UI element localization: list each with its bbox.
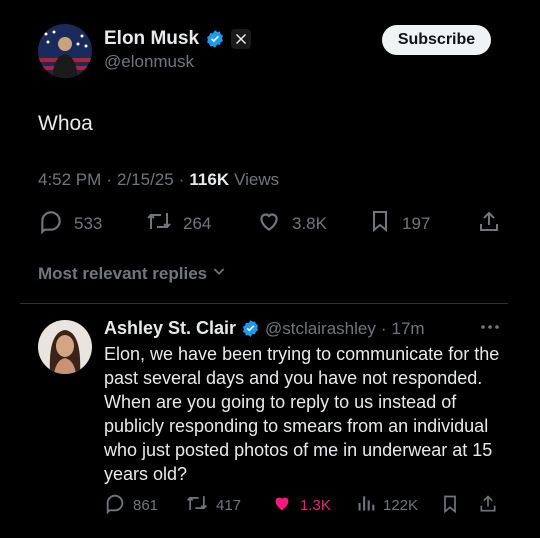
- views-label: Views: [234, 170, 280, 189]
- retweet-icon: [145, 208, 173, 239]
- tweet-meta: 4:52 PM · 2/15/25 · 116K Views: [38, 170, 279, 190]
- x-logo-icon: [231, 29, 252, 49]
- share-icon[interactable]: [477, 209, 501, 240]
- author-handle[interactable]: @elonmusk: [104, 52, 194, 72]
- reply-count: 533: [74, 213, 103, 233]
- reply-separator: ·: [380, 318, 387, 338]
- reply-author-avatar[interactable]: [38, 320, 92, 374]
- views-icon: [356, 492, 376, 518]
- reply-icon: [38, 208, 64, 239]
- reply-views-count: 122K: [383, 496, 419, 514]
- retweet-action[interactable]: 264: [145, 208, 211, 239]
- subscribe-button[interactable]: Subscribe: [382, 25, 491, 55]
- reply-age[interactable]: 17m: [392, 319, 425, 339]
- meta-separator: ·: [178, 170, 185, 189]
- tweet-time[interactable]: 4:52 PM: [38, 170, 101, 190]
- replies-filter-label: Most relevant replies: [38, 263, 208, 283]
- bookmark-action[interactable]: 197: [368, 208, 430, 239]
- chevron-down-icon: [211, 263, 227, 284]
- verified-badge-icon: [205, 29, 225, 49]
- reply-retweet-action[interactable]: 417: [185, 492, 241, 518]
- reply-author-name[interactable]: Ashley St. Clair: [104, 318, 236, 339]
- tweet-date[interactable]: 2/15/25: [117, 170, 174, 190]
- reply-author-handle[interactable]: @stclairashley: [265, 319, 376, 339]
- like-action[interactable]: 3.8K: [256, 208, 327, 239]
- reply-reply-action[interactable]: 861: [104, 492, 158, 518]
- views-count: 116K: [189, 170, 230, 189]
- heart-icon: [256, 208, 282, 239]
- reply-action[interactable]: 533: [38, 208, 102, 239]
- reply-like-action[interactable]: 1.3K: [271, 492, 331, 518]
- retweet-icon: [185, 492, 209, 518]
- reply-like-count: 1.3K: [300, 496, 331, 514]
- reply-retweet-count: 417: [216, 496, 242, 514]
- divider: [20, 303, 508, 304]
- reply-views-action[interactable]: 122K: [356, 492, 418, 518]
- author-name[interactable]: Elon Musk: [104, 28, 199, 50]
- share-icon[interactable]: [478, 493, 498, 520]
- bookmark-icon: [368, 208, 392, 239]
- retweet-count: 264: [183, 213, 212, 233]
- more-icon[interactable]: [478, 320, 502, 338]
- like-count: 3.8K: [292, 213, 327, 233]
- bookmark-icon[interactable]: [440, 493, 460, 520]
- meta-separator: ·: [106, 170, 112, 189]
- reply-reply-count: 861: [133, 496, 159, 514]
- verified-badge-icon: [241, 319, 260, 338]
- author-avatar[interactable]: [38, 24, 92, 78]
- replies-filter-dropdown[interactable]: Most relevant replies: [38, 263, 227, 284]
- reply-icon: [104, 492, 126, 518]
- bookmark-count: 197: [402, 213, 431, 233]
- reply-text: Elon, we have been trying to communicate…: [104, 344, 500, 484]
- tweet-text: Whoa: [38, 112, 93, 135]
- heart-icon: [271, 492, 293, 518]
